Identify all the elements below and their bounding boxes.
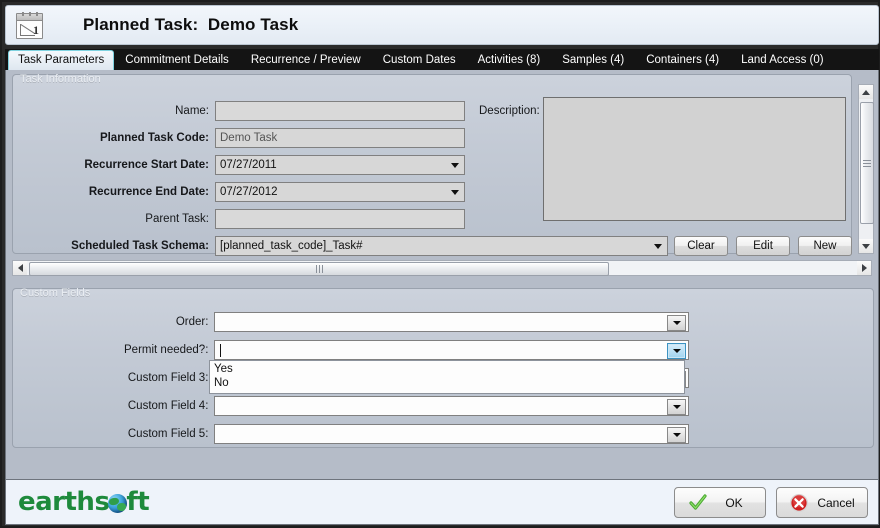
dropdown-list-permit-needed[interactable]: Yes No xyxy=(209,360,685,394)
field-row-name: Name: xyxy=(13,101,465,121)
new-button[interactable]: New xyxy=(798,236,852,256)
tab-commitment-details[interactable]: Commitment Details xyxy=(114,50,240,71)
chevron-down-icon[interactable] xyxy=(451,163,459,168)
page-title-prefix: Planned Task: xyxy=(82,15,199,34)
chevron-down-icon[interactable] xyxy=(667,343,686,359)
label-custom-field-3: Custom Field 3: xyxy=(127,372,209,384)
label-scheduled-task-schema: Scheduled Task Schema: xyxy=(71,240,209,252)
task-information-group: Task Information Name: Planned Task Code… xyxy=(12,73,852,256)
scroll-up-arrow-icon[interactable] xyxy=(859,85,873,99)
ok-button[interactable]: OK xyxy=(674,487,766,518)
task-information-group-title: Task Information xyxy=(20,73,101,85)
page-title: Planned Task: Demo Task xyxy=(54,0,298,55)
tab-custom-dates[interactable]: Custom Dates xyxy=(372,50,467,71)
input-planned-task-code[interactable]: Demo Task xyxy=(215,128,465,148)
tab-bar: Task Parameters Commitment Details Recur… xyxy=(5,49,879,71)
input-description[interactable] xyxy=(543,97,846,221)
tab-land-access[interactable]: Land Access (0) xyxy=(730,50,834,71)
text-caret xyxy=(220,343,222,357)
field-row-planned-task-code: Planned Task Code: Demo Task xyxy=(13,128,465,148)
calendar-task-icon: 1 xyxy=(14,11,44,39)
tab-content-task-parameters: Task Information Name: Planned Task Code… xyxy=(5,70,879,479)
tab-recurrence-preview[interactable]: Recurrence / Preview xyxy=(240,50,372,71)
ok-button-label: OK xyxy=(725,495,743,510)
tab-containers[interactable]: Containers (4) xyxy=(635,50,730,71)
label-custom-field-4: Custom Field 4: xyxy=(127,400,209,412)
window-footer: earths ft OK Cancel xyxy=(5,479,879,525)
footer-button-group: OK Cancel xyxy=(674,487,868,518)
scroll-down-arrow-icon[interactable] xyxy=(859,239,873,253)
label-order: Order: xyxy=(175,316,209,328)
edit-button[interactable]: Edit xyxy=(736,236,790,256)
logo-text-right: ft xyxy=(126,487,150,517)
horizontal-scroll-thumb[interactable] xyxy=(29,262,609,276)
input-scheduled-task-schema[interactable]: [planned_task_code]_Task# xyxy=(215,236,668,256)
tab-task-parameters[interactable]: Task Parameters xyxy=(8,50,115,71)
earthsoft-logo: earths ft xyxy=(18,487,150,517)
input-recurrence-start-date[interactable]: 07/27/2011 xyxy=(215,155,465,175)
value-recurrence-end-date: 07/27/2012 xyxy=(220,186,278,198)
value-scheduled-task-schema: [planned_task_code]_Task# xyxy=(220,240,363,252)
cancel-button[interactable]: Cancel xyxy=(776,487,868,518)
scroll-right-arrow-icon[interactable] xyxy=(857,261,871,275)
field-row-custom-field-4: Custom Field 4: xyxy=(13,396,689,416)
label-recurrence-end-date: Recurrence End Date: xyxy=(88,186,209,198)
input-parent-task[interactable] xyxy=(215,209,465,229)
clear-button[interactable]: Clear xyxy=(674,236,728,256)
input-custom-field-4[interactable] xyxy=(214,396,689,416)
dropdown-option-yes[interactable]: Yes xyxy=(210,362,684,376)
label-planned-task-code: Planned Task Code: xyxy=(99,132,209,144)
field-row-recurrence-start-date: Recurrence Start Date: 07/27/2011 xyxy=(13,155,465,175)
chevron-down-icon[interactable] xyxy=(667,399,686,415)
chevron-down-icon[interactable] xyxy=(654,244,662,249)
globe-icon xyxy=(108,493,128,513)
input-recurrence-end-date[interactable]: 07/27/2012 xyxy=(215,182,465,202)
custom-fields-group-title: Custom Fields xyxy=(20,287,91,299)
label-permit-needed: Permit needed?: xyxy=(124,344,209,356)
field-row-order: Order: xyxy=(13,312,689,332)
input-name[interactable] xyxy=(215,101,465,121)
field-row-custom-field-5: Custom Field 5: xyxy=(13,424,689,444)
checkmark-icon xyxy=(688,493,708,513)
value-recurrence-start-date: 07/27/2011 xyxy=(220,159,277,171)
vertical-scroll-thumb[interactable] xyxy=(860,102,874,224)
label-name: Name: xyxy=(175,105,209,117)
label-description: Description: xyxy=(479,105,540,117)
window-title-bar: 1 Planned Task: Demo Task xyxy=(5,5,879,45)
planned-task-window: 1 Planned Task: Demo Task Task Parameter… xyxy=(0,0,880,528)
scroll-left-arrow-icon[interactable] xyxy=(13,261,27,275)
label-custom-field-5: Custom Field 5: xyxy=(127,428,209,440)
label-parent-task: Parent Task: xyxy=(145,213,209,225)
input-order[interactable] xyxy=(214,312,689,332)
cancel-button-label: Cancel xyxy=(817,495,855,510)
chevron-down-icon[interactable] xyxy=(451,190,459,195)
cancel-x-icon xyxy=(789,493,809,513)
field-row-permit-needed: Permit needed?: xyxy=(13,340,689,360)
calendar-day-number: 1 xyxy=(33,23,39,37)
label-recurrence-start-date: Recurrence Start Date: xyxy=(84,159,209,171)
input-permit-needed[interactable] xyxy=(214,340,689,360)
custom-fields-group: Custom Fields Order: Permit needed?: Cus… xyxy=(12,287,874,448)
chevron-down-icon[interactable] xyxy=(667,427,686,443)
logo-text-left: earths xyxy=(18,487,110,517)
field-row-recurrence-end-date: Recurrence End Date: 07/27/2012 xyxy=(13,182,465,202)
input-custom-field-5[interactable] xyxy=(214,424,689,444)
tab-activities[interactable]: Activities (8) xyxy=(467,50,552,71)
task-info-horizontal-scrollbar[interactable] xyxy=(12,260,872,276)
page-title-value: Demo Task xyxy=(207,15,299,34)
dropdown-option-no[interactable]: No xyxy=(210,376,684,390)
chevron-down-icon[interactable] xyxy=(667,315,686,331)
task-info-vertical-scrollbar[interactable] xyxy=(858,84,874,254)
field-row-scheduled-task-schema: Scheduled Task Schema: [planned_task_cod… xyxy=(13,236,669,256)
field-row-parent-task: Parent Task: xyxy=(13,209,465,229)
tab-samples[interactable]: Samples (4) xyxy=(551,50,635,71)
